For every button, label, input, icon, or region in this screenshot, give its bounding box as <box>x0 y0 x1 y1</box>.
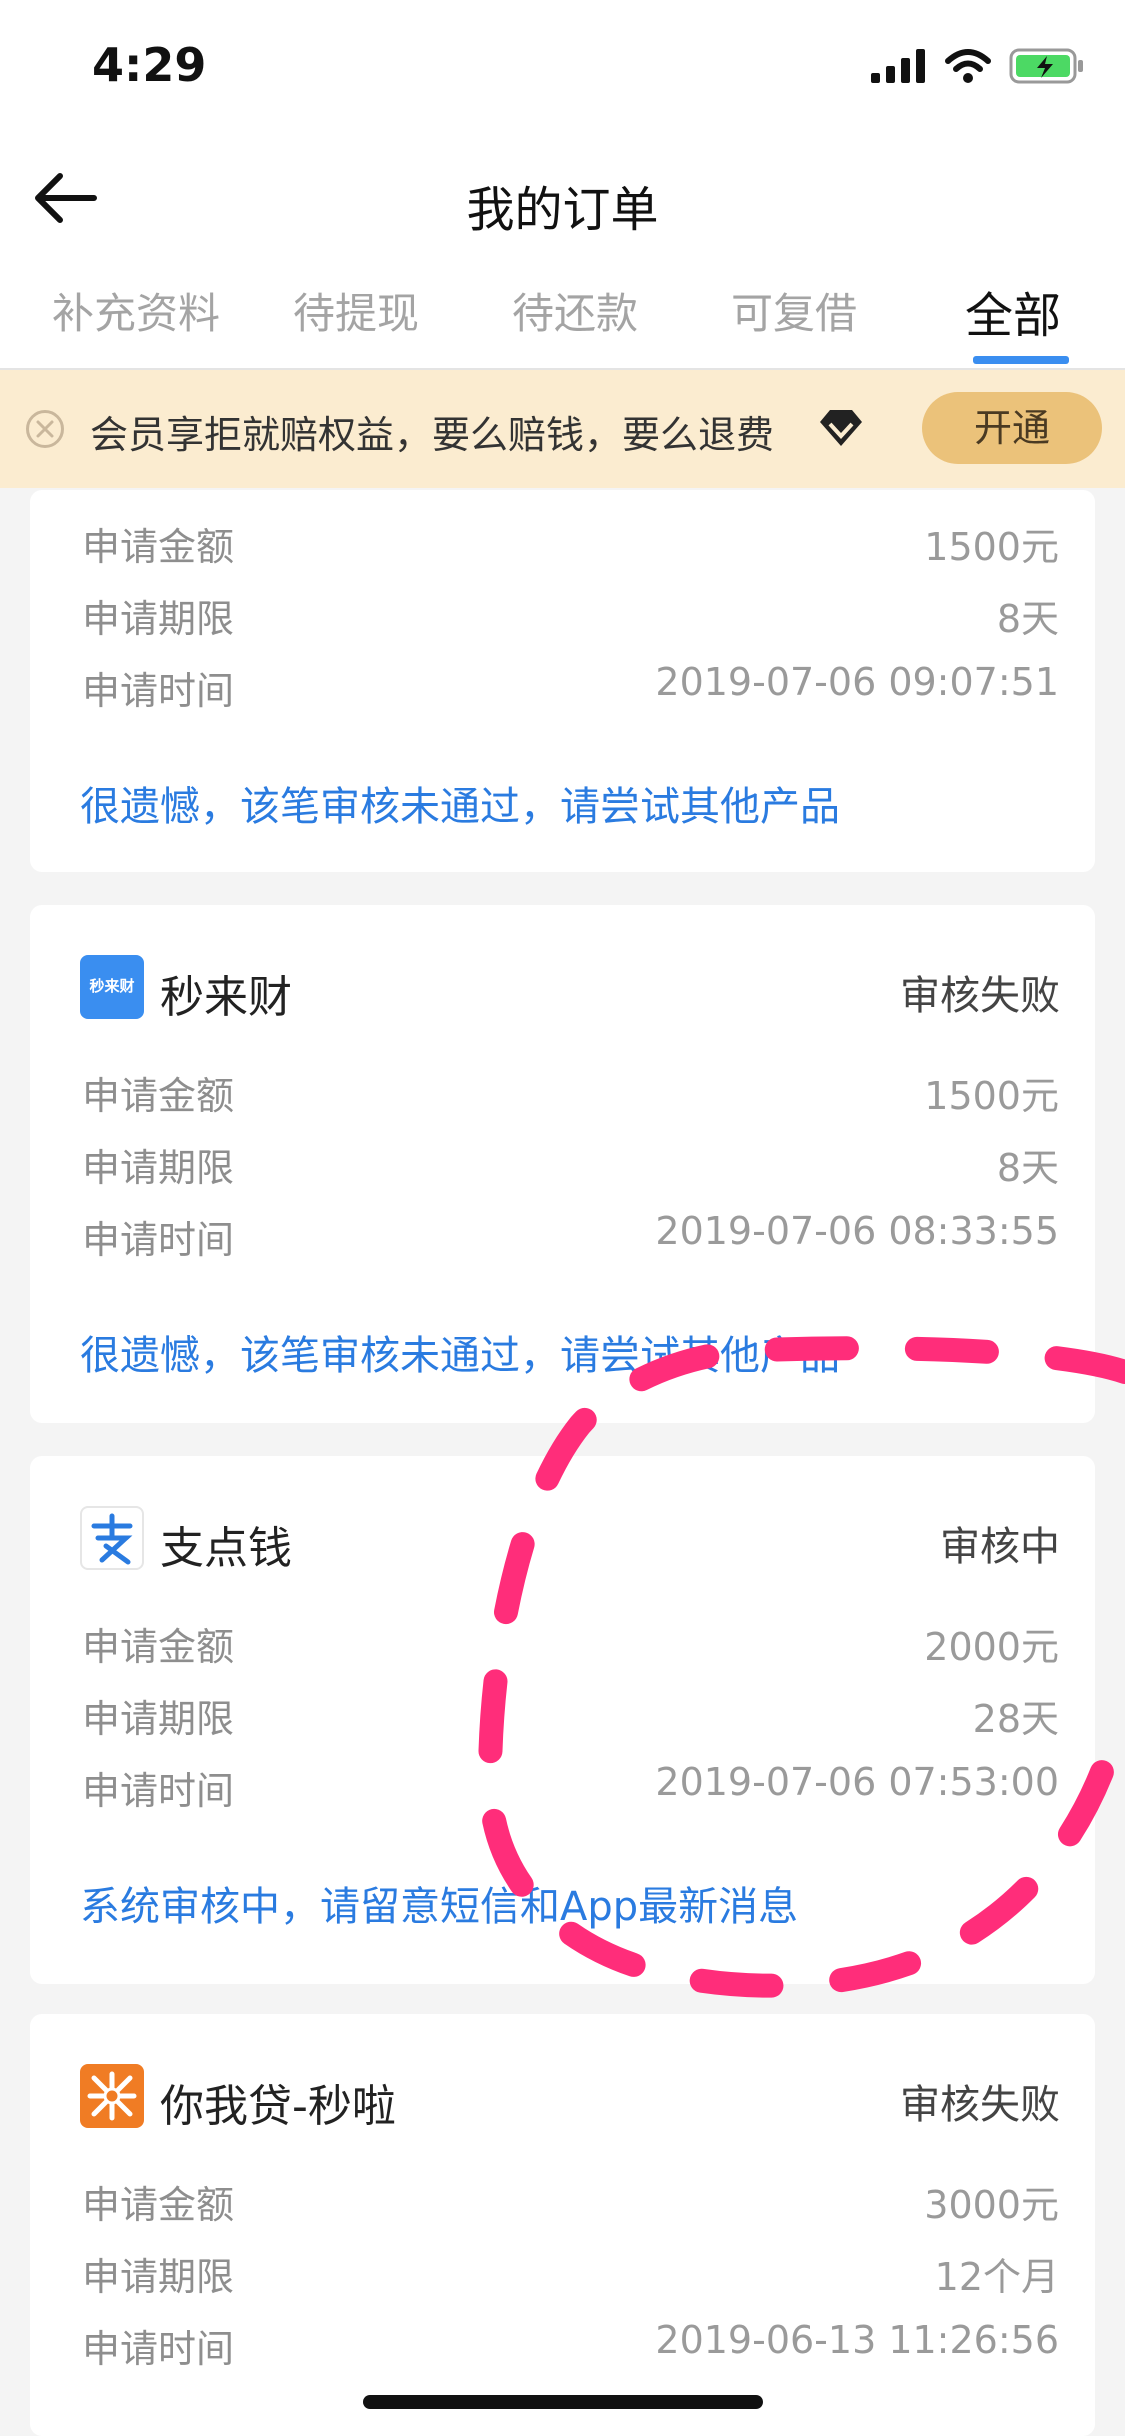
niwodai-glyph-icon <box>87 2071 137 2121</box>
product-name: 支点钱 <box>160 1523 292 1574</box>
amount-label: 申请金额 <box>82 1625 235 1669</box>
amount-value: 1500元 <box>924 525 1059 569</box>
member-banner: 会员享拒就赔权益，要么赔钱，要么退费 开通 <box>0 370 1125 488</box>
time-value: 2019-07-06 09:07:51 <box>655 660 1059 704</box>
term-value: 8天 <box>996 1146 1059 1190</box>
term-value: 12个月 <box>934 2255 1059 2299</box>
order-status: 审核失败 <box>900 2082 1060 2128</box>
amount-value: 3000元 <box>924 2183 1059 2227</box>
time-value: 2019-07-06 08:33:55 <box>655 1209 1059 1253</box>
time-label: 申请时间 <box>82 1769 235 1813</box>
status-bar: 4:29 <box>0 0 1125 140</box>
order-card[interactable]: 你我贷-秒啦 审核失败 申请金额 3000元 申请期限 12个月 申请时间 20… <box>30 2014 1095 2436</box>
order-card[interactable]: 支点钱 审核中 申请金额 2000元 申请期限 28天 申请时间 2019-07… <box>30 1456 1095 1984</box>
order-header: 秒来财 秒来财 审核失败 <box>80 955 1060 1023</box>
term-value: 28天 <box>972 1697 1059 1741</box>
open-membership-button[interactable]: 开通 <box>922 392 1102 464</box>
banner-text: 会员享拒就赔权益，要么赔钱，要么退费 <box>90 413 775 457</box>
term-label: 申请期限 <box>82 2255 235 2299</box>
amount-label: 申请金额 <box>82 1074 235 1118</box>
signal-icon <box>871 49 925 83</box>
amount-value: 2000元 <box>924 1625 1059 1669</box>
logo-text: 秒来财 <box>89 977 135 995</box>
term-label: 申请期限 <box>82 1146 235 1190</box>
product-name: 秒来财 <box>160 972 292 1023</box>
tab-pending-repay[interactable]: 待还款 <box>465 280 685 341</box>
tab-reborrow[interactable]: 可复借 <box>684 280 904 341</box>
time-label: 申请时间 <box>82 2327 235 2371</box>
order-tabs: 补充资料 待提现 待还款 可复借 全部 <box>0 258 1125 370</box>
diamond-icon <box>820 410 862 446</box>
battery-icon <box>1009 48 1083 84</box>
zhidianqian-logo-icon <box>80 1506 144 1570</box>
tab-supplement[interactable]: 补充资料 <box>26 280 246 341</box>
niwodai-logo-icon <box>80 2064 144 2128</box>
order-header: 你我贷-秒啦 审核失败 <box>80 2064 1060 2132</box>
order-status: 审核中 <box>940 1524 1060 1570</box>
order-card[interactable]: 秒来财 秒来财 审核失败 申请金额 1500元 申请期限 8天 申请时间 201… <box>30 905 1095 1423</box>
time-value: 2019-06-13 11:26:56 <box>655 2318 1059 2362</box>
status-time: 4:29 <box>92 38 207 92</box>
page-title: 我的订单 <box>466 182 659 238</box>
time-value: 2019-07-06 07:53:00 <box>655 1760 1059 1804</box>
product-name: 你我贷-秒啦 <box>160 2081 396 2132</box>
term-value: 8天 <box>996 597 1059 641</box>
close-banner-button[interactable] <box>26 410 64 448</box>
amount-label: 申请金额 <box>82 525 235 569</box>
zhi-glyph-icon <box>91 1513 133 1565</box>
wifi-icon <box>945 49 991 83</box>
order-status: 审核失败 <box>900 973 1060 1019</box>
time-label: 申请时间 <box>82 1218 235 1262</box>
tab-pending-withdraw[interactable]: 待提现 <box>246 280 466 341</box>
status-icons <box>871 48 1085 84</box>
amount-label: 申请金额 <box>82 2183 235 2227</box>
term-label: 申请期限 <box>82 597 235 641</box>
time-label: 申请时间 <box>82 669 235 713</box>
term-label: 申请期限 <box>82 1697 235 1741</box>
tab-active-indicator <box>973 356 1069 364</box>
order-message: 系统审核中，请留意短信和App最新消息 <box>80 1884 799 1930</box>
home-indicator[interactable] <box>363 2395 763 2409</box>
miaolaicai-logo-icon: 秒来财 <box>80 955 144 1019</box>
amount-value: 1500元 <box>924 1074 1059 1118</box>
tab-all[interactable]: 全部 <box>903 276 1123 346</box>
close-icon <box>36 420 54 438</box>
order-header: 支点钱 审核中 <box>80 1506 1060 1574</box>
order-message: 很遗憾，该笔审核未通过，请尝试其他产品 <box>80 1333 840 1379</box>
order-message: 很遗憾，该笔审核未通过，请尝试其他产品 <box>80 784 840 830</box>
order-card[interactable]: 申请金额 1500元 申请期限 8天 申请时间 2019-07-06 09:07… <box>30 490 1095 872</box>
nav-bar: 我的订单 <box>0 140 1125 258</box>
